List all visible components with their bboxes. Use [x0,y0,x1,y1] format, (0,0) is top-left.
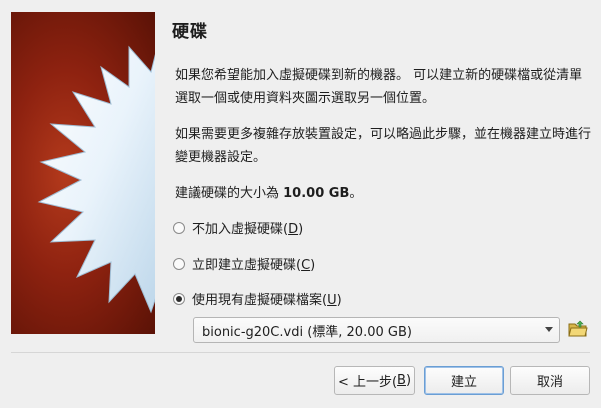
existing-disk-select[interactable]: bionic-g20C.vdi (標準, 20.00 GB) [193,317,560,343]
chevron-down-icon[interactable] [545,327,553,332]
recommended-size-text: 建議硬碟的大小為 10.00 GB。 [175,186,363,201]
radio-label: 立即建立虛擬硬碟(C) [192,258,316,273]
radio-no-disk[interactable]: 不加入虛擬硬碟(D) [173,218,303,237]
recommended-size-value: 10.00 GB [283,186,350,201]
create-button[interactable]: 建立 [424,366,504,395]
radio-label: 不加入虛擬硬碟(D) [192,222,304,237]
radio-use-existing-disk[interactable]: 使用現有虛擬硬碟檔案(U) [173,289,342,308]
intro-text: 如果您希望能加入虛擬硬碟到新的機器。 可以建立新的硬碟檔或從清單選取一個或使用資… [175,68,583,106]
radio-button[interactable] [173,221,185,234]
page-title: 硬碟 [172,22,208,42]
radio-create-disk[interactable]: 立即建立虛擬硬碟(C) [173,254,315,273]
folder-open-icon[interactable] [568,320,588,338]
back-button[interactable]: < 上一步(B) [334,366,415,395]
radio-button[interactable] [173,257,185,270]
radio-button[interactable] [173,292,185,305]
wizard-side-image [11,12,155,334]
advanced-text: 如果需要更多複雜存放裝置設定，可以略過此步驟，並在機器建立時進行變更機器設定。 [175,127,592,165]
starburst-icon [37,45,155,314]
cancel-button[interactable]: 取消 [510,366,590,395]
radio-label: 使用現有虛擬硬碟檔案(U) [192,293,342,308]
selected-disk-value: bionic-g20C.vdi (標準, 20.00 GB) [202,324,412,340]
footer-separator [11,352,590,353]
